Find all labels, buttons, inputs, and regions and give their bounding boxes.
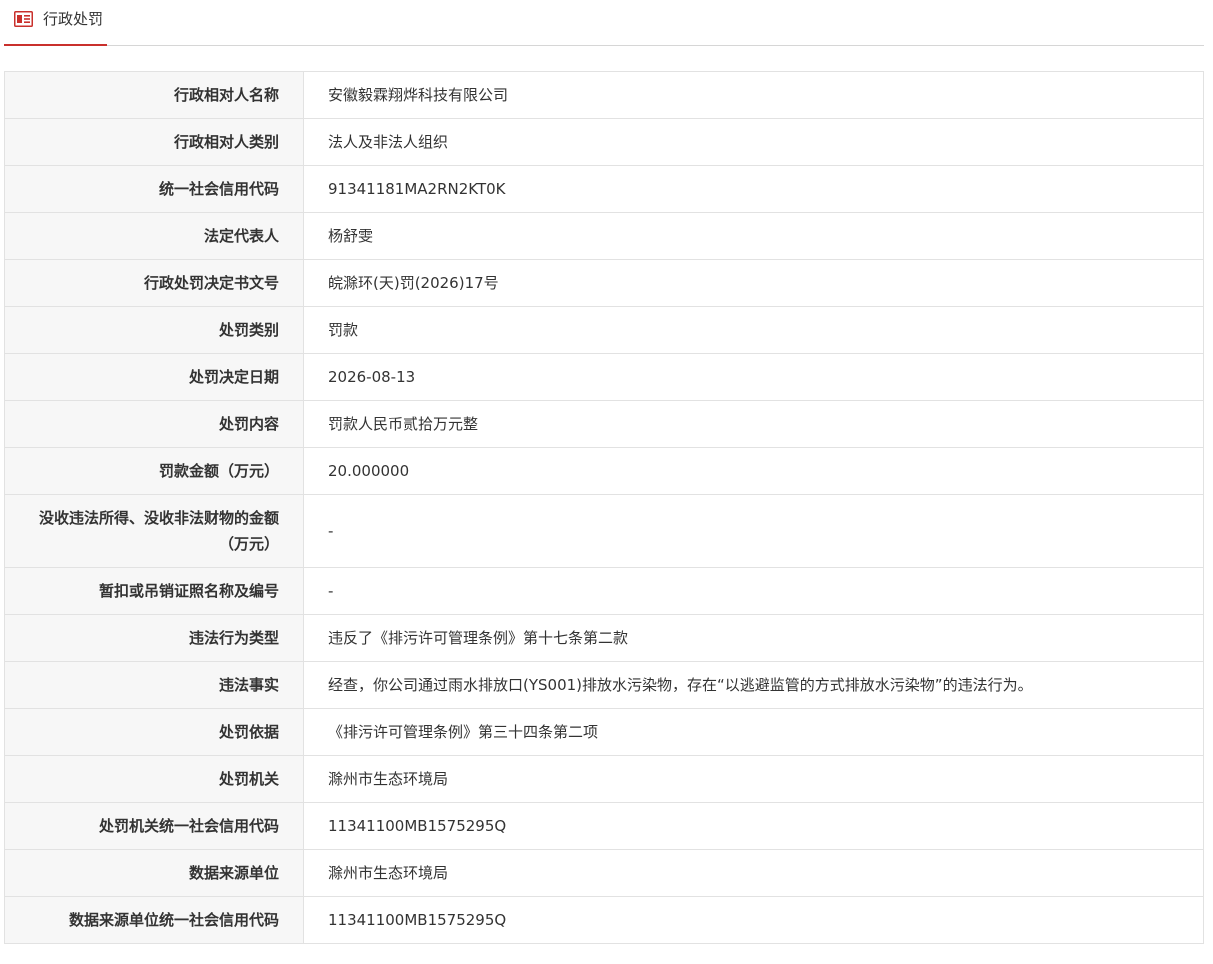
row-value: 11341100MB1575295Q — [303, 802, 1204, 850]
row-value: 罚款人民币贰拾万元整 — [303, 400, 1204, 448]
table-row: 行政相对人名称 安徽毅霖翔烨科技有限公司 — [4, 71, 1204, 119]
table-row: 处罚机关 滁州市生态环境局 — [4, 755, 1204, 803]
row-value: 罚款 — [303, 306, 1204, 354]
document-list-icon — [14, 11, 33, 27]
row-value: 91341181MA2RN2KT0K — [303, 165, 1204, 213]
row-label: 法定代表人 — [4, 212, 304, 260]
row-label: 处罚机关 — [4, 755, 304, 803]
row-label: 行政相对人类别 — [4, 118, 304, 166]
row-value: 违反了《排污许可管理条例》第十七条第二款 — [303, 614, 1204, 662]
table-row: 违法行为类型 违反了《排污许可管理条例》第十七条第二款 — [4, 614, 1204, 662]
row-value: 20.000000 — [303, 447, 1204, 495]
row-value: 《排污许可管理条例》第三十四条第二项 — [303, 708, 1204, 756]
row-label: 罚款金额（万元） — [4, 447, 304, 495]
row-label: 处罚决定日期 — [4, 353, 304, 401]
table-row: 法定代表人 杨舒雯 — [4, 212, 1204, 260]
row-value: 皖滁环(天)罚(2026)17号 — [303, 259, 1204, 307]
row-value: - — [303, 494, 1204, 568]
row-value: 杨舒雯 — [303, 212, 1204, 260]
table-row: 处罚机关统一社会信用代码 11341100MB1575295Q — [4, 802, 1204, 850]
table-row: 暂扣或吊销证照名称及编号 - — [4, 567, 1204, 615]
row-value: 滁州市生态环境局 — [303, 755, 1204, 803]
table-row: 数据来源单位 滁州市生态环境局 — [4, 849, 1204, 897]
table-row: 处罚决定日期 2026-08-13 — [4, 353, 1204, 401]
row-value: 经查，你公司通过雨水排放口(YS001)排放水污染物，存在“以逃避监管的方式排放… — [303, 661, 1204, 709]
table-row: 处罚依据 《排污许可管理条例》第三十四条第二项 — [4, 708, 1204, 756]
penalty-info-table: 行政相对人名称 安徽毅霖翔烨科技有限公司 行政相对人类别 法人及非法人组织 统一社会… — [4, 71, 1204, 944]
row-value: 11341100MB1575295Q — [303, 896, 1204, 944]
row-label: 统一社会信用代码 — [4, 165, 304, 213]
row-label: 数据来源单位 — [4, 849, 304, 897]
tab-label: 行政处罚 — [43, 10, 104, 28]
row-label: 违法事实 — [4, 661, 304, 709]
table-row: 违法事实 经查，你公司通过雨水排放口(YS001)排放水污染物，存在“以逃避监管的… — [4, 661, 1204, 709]
row-value: 法人及非法人组织 — [303, 118, 1204, 166]
row-label: 没收违法所得、没收非法财物的金额（万元） — [4, 494, 304, 568]
table-row: 罚款金额（万元） 20.000000 — [4, 447, 1204, 495]
row-label: 暂扣或吊销证照名称及编号 — [4, 567, 304, 615]
row-label: 处罚机关统一社会信用代码 — [4, 802, 304, 850]
table-row: 没收违法所得、没收非法财物的金额（万元） - — [4, 494, 1204, 568]
row-label: 处罚类别 — [4, 306, 304, 354]
row-value: 安徽毅霖翔烨科技有限公司 — [303, 71, 1204, 119]
table-row: 处罚内容 罚款人民币贰拾万元整 — [4, 400, 1204, 448]
row-label: 行政处罚决定书文号 — [4, 259, 304, 307]
row-value: - — [303, 567, 1204, 615]
row-label: 处罚依据 — [4, 708, 304, 756]
table-row: 行政相对人类别 法人及非法人组织 — [4, 118, 1204, 166]
row-label: 处罚内容 — [4, 400, 304, 448]
table-row: 数据来源单位统一社会信用代码 11341100MB1575295Q — [4, 896, 1204, 944]
table-row: 行政处罚决定书文号 皖滁环(天)罚(2026)17号 — [4, 259, 1204, 307]
tab-administrative-penalty[interactable]: 行政处罚 — [4, 0, 107, 46]
table-row: 统一社会信用代码 91341181MA2RN2KT0K — [4, 165, 1204, 213]
row-value: 2026-08-13 — [303, 353, 1204, 401]
row-label: 行政相对人名称 — [4, 71, 304, 119]
table-row: 处罚类别 罚款 — [4, 306, 1204, 354]
tab-bar: 行政处罚 — [4, 0, 1204, 46]
row-label: 数据来源单位统一社会信用代码 — [4, 896, 304, 944]
row-value: 滁州市生态环境局 — [303, 849, 1204, 897]
row-label: 违法行为类型 — [4, 614, 304, 662]
